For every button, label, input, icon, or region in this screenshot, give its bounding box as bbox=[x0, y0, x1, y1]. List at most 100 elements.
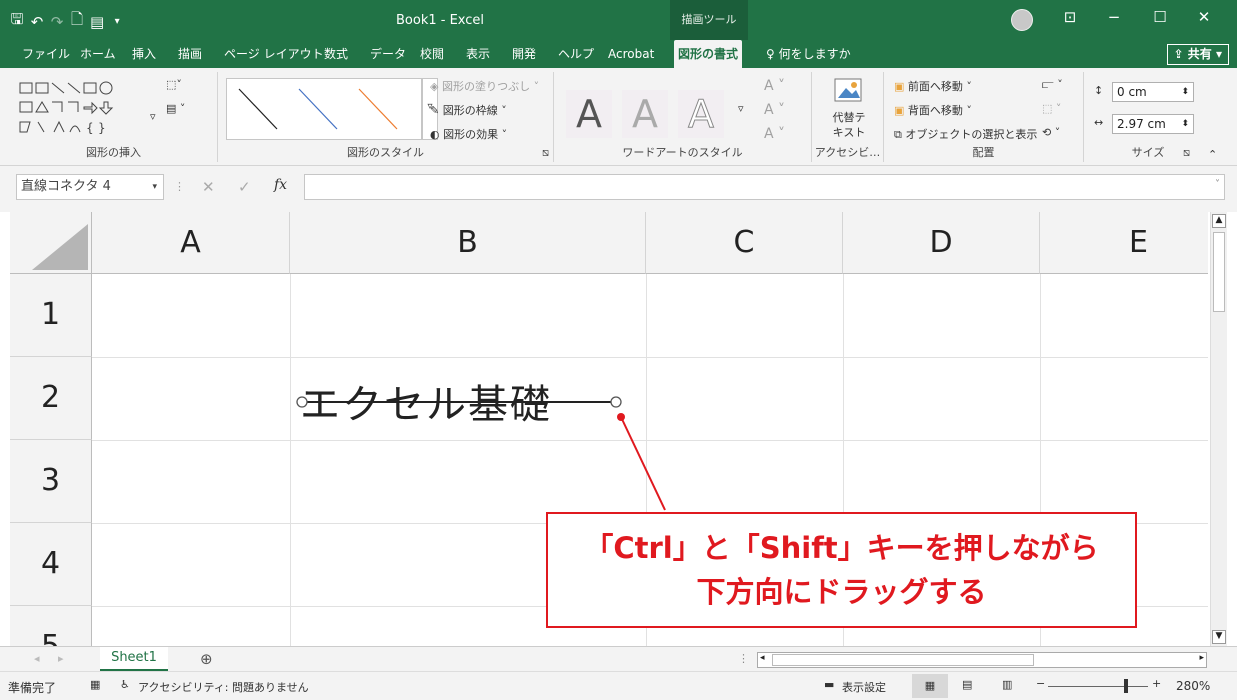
tab-view[interactable]: 表示 bbox=[462, 40, 494, 68]
column-header-b[interactable]: B bbox=[290, 212, 646, 274]
page-break-view-icon[interactable]: ▥ bbox=[1002, 678, 1012, 691]
undo-icon[interactable]: ↶ bbox=[30, 13, 44, 31]
minimize-button[interactable]: − bbox=[1102, 8, 1126, 26]
formula-expand-icon[interactable]: ˅ bbox=[1215, 179, 1220, 190]
close-button[interactable]: ✕ bbox=[1192, 8, 1216, 26]
tab-file[interactable]: ファイル bbox=[18, 40, 74, 68]
zoom-slider[interactable] bbox=[1048, 686, 1148, 687]
bring-forward-button[interactable]: ▣ 前面へ移動 ˅ bbox=[894, 78, 972, 94]
tab-acrobat[interactable]: Acrobat bbox=[604, 40, 658, 68]
scroll-up-icon[interactable]: ▲ bbox=[1212, 214, 1226, 228]
row-header-5[interactable]: 5 bbox=[10, 606, 92, 646]
wordart-sample-3[interactable]: A bbox=[678, 90, 724, 138]
shape-style-gallery[interactable] bbox=[226, 78, 422, 140]
macro-record-icon[interactable]: ▦ bbox=[90, 678, 100, 691]
redo-icon[interactable]: ↷ bbox=[50, 13, 64, 31]
column-header-e[interactable]: E bbox=[1040, 212, 1208, 274]
shape-gallery-icon[interactable]: {} bbox=[18, 80, 152, 140]
selection-pane-button[interactable]: ⧉ オブジェクトの選択と表示 bbox=[894, 126, 1037, 142]
formula-input[interactable]: ˅ bbox=[304, 174, 1225, 200]
enter-entry-icon[interactable]: ✓ bbox=[238, 178, 251, 196]
tab-formulas[interactable]: 数式 bbox=[320, 40, 352, 68]
vertical-scroll-thumb[interactable] bbox=[1213, 232, 1225, 312]
gallery-more-icon[interactable]: ▿ bbox=[150, 110, 156, 123]
alt-text-icon[interactable] bbox=[834, 78, 864, 104]
cell-b2-text[interactable]: エクセル基礎 bbox=[300, 372, 552, 430]
add-sheet-icon[interactable]: ⊕ bbox=[200, 650, 213, 668]
shape-outline-button[interactable]: ✎ 図形の枠線 ˅ bbox=[430, 102, 507, 118]
tab-data[interactable]: データ bbox=[366, 40, 410, 68]
tab-shape-format[interactable]: 図形の書式 bbox=[674, 40, 743, 68]
vertical-scrollbar[interactable]: ▲ ▼ bbox=[1210, 212, 1227, 646]
column-header-a[interactable]: A bbox=[92, 212, 290, 274]
text-outline-icon[interactable]: A ˅ bbox=[764, 102, 785, 118]
tab-draw[interactable]: 描画 bbox=[174, 40, 206, 68]
tab-developer[interactable]: 開発 bbox=[508, 40, 540, 68]
collapse-ribbon-icon[interactable]: ⌃ bbox=[1208, 148, 1217, 161]
send-backward-button[interactable]: ▣ 背面へ移動 ˅ bbox=[894, 102, 972, 118]
display-settings-label[interactable]: 表示設定 bbox=[842, 679, 886, 695]
tab-home[interactable]: ホーム bbox=[76, 40, 120, 68]
alt-text-label[interactable]: 代替テキスト bbox=[832, 110, 866, 140]
split-handle-icon[interactable]: ⋮ bbox=[738, 652, 749, 665]
tab-review[interactable]: 校閲 bbox=[416, 40, 448, 68]
width-spinner-icon[interactable]: ⬍ bbox=[1181, 115, 1189, 133]
horizontal-scroll-thumb[interactable] bbox=[772, 654, 1034, 666]
scroll-left-icon[interactable]: ◂ bbox=[760, 653, 765, 663]
tab-insert[interactable]: 挿入 bbox=[128, 40, 160, 68]
shape-height-input[interactable]: 0 cm ⬍ bbox=[1112, 82, 1194, 102]
display-settings-icon[interactable]: ▬ bbox=[824, 678, 834, 691]
select-all-button[interactable] bbox=[10, 212, 92, 274]
text-fill-icon[interactable]: A ˅ bbox=[764, 78, 785, 94]
name-box[interactable]: 直線コネクタ 4 ▾ bbox=[16, 174, 164, 200]
zoom-slider-thumb[interactable] bbox=[1124, 679, 1128, 693]
size-dialog-launcher-icon[interactable]: ⧅ bbox=[1183, 146, 1190, 160]
wordart-sample-1[interactable]: A bbox=[566, 90, 612, 138]
wordart-more-icon[interactable]: ▿ bbox=[738, 102, 744, 115]
text-box-icon[interactable]: ▤ ˅ bbox=[166, 102, 185, 115]
connector-end-handle[interactable] bbox=[610, 396, 622, 408]
save-icon[interactable]: 🖫 bbox=[10, 9, 24, 34]
accessibility-icon[interactable]: ♿ bbox=[120, 678, 130, 691]
horizontal-scrollbar[interactable]: ◂ ▸ bbox=[757, 652, 1207, 668]
shape-effect-button[interactable]: ◐ 図形の効果 ˅ bbox=[430, 126, 507, 142]
ribbon-display-icon[interactable]: ⊡ bbox=[1058, 8, 1082, 26]
page-layout-view-icon[interactable]: ▤ bbox=[962, 678, 972, 691]
height-spinner-icon[interactable]: ⬍ bbox=[1181, 83, 1189, 101]
column-header-c[interactable]: C bbox=[646, 212, 843, 274]
group-objects-icon[interactable]: ⬚ ˅ bbox=[1042, 102, 1061, 115]
row-header-4[interactable]: 4 bbox=[10, 523, 92, 606]
cancel-entry-icon[interactable]: ✕ bbox=[202, 178, 215, 196]
restore-button[interactable]: ☐ bbox=[1148, 8, 1172, 26]
insert-function-icon[interactable]: fx bbox=[274, 177, 287, 193]
tell-me-box[interactable]: ♀ 何をしますか bbox=[762, 40, 855, 68]
tab-help[interactable]: ヘルプ bbox=[554, 40, 598, 68]
sheet-next-icon[interactable]: ▸ bbox=[58, 652, 64, 665]
qat-customize-icon[interactable]: ▾ bbox=[110, 16, 124, 27]
zoom-level[interactable]: 280% bbox=[1176, 679, 1210, 693]
dialog-launcher-icon[interactable]: ⧅ bbox=[542, 146, 549, 160]
scroll-right-icon[interactable]: ▸ bbox=[1199, 653, 1204, 663]
normal-view-icon[interactable]: ▦ bbox=[912, 674, 948, 698]
align-icon[interactable]: ⫍ ˅ bbox=[1042, 78, 1063, 92]
scroll-down-icon[interactable]: ▼ bbox=[1212, 630, 1226, 644]
text-effect-icon[interactable]: A ˅ bbox=[764, 126, 785, 142]
zoom-in-icon[interactable]: + bbox=[1152, 677, 1161, 690]
column-header-d[interactable]: D bbox=[843, 212, 1040, 274]
form-icon[interactable]: ▤ bbox=[90, 13, 104, 31]
tab-page-layout[interactable]: ページ レイアウト bbox=[220, 40, 328, 68]
accessibility-status[interactable]: アクセシビリティ: 問題ありません bbox=[138, 679, 309, 695]
sheet-tab-sheet1[interactable]: Sheet1 bbox=[100, 647, 168, 671]
zoom-out-icon[interactable]: − bbox=[1036, 677, 1045, 690]
edit-shape-icon[interactable]: ⬚˅ bbox=[166, 78, 182, 91]
sheet-prev-icon[interactable]: ◂ bbox=[34, 652, 40, 665]
share-button[interactable]: ⇪ 共有 ▾ bbox=[1166, 44, 1229, 65]
rotate-icon[interactable]: ⟲ ˅ bbox=[1042, 126, 1060, 139]
row-header-2[interactable]: 2 bbox=[10, 357, 92, 440]
wordart-sample-2[interactable]: A bbox=[622, 90, 668, 138]
name-box-dropdown-icon[interactable]: ▾ bbox=[152, 175, 157, 199]
new-file-icon[interactable]: 🗋 bbox=[70, 9, 84, 34]
row-header-3[interactable]: 3 bbox=[10, 440, 92, 523]
user-avatar[interactable] bbox=[1011, 9, 1033, 31]
row-header-1[interactable]: 1 bbox=[10, 274, 92, 357]
